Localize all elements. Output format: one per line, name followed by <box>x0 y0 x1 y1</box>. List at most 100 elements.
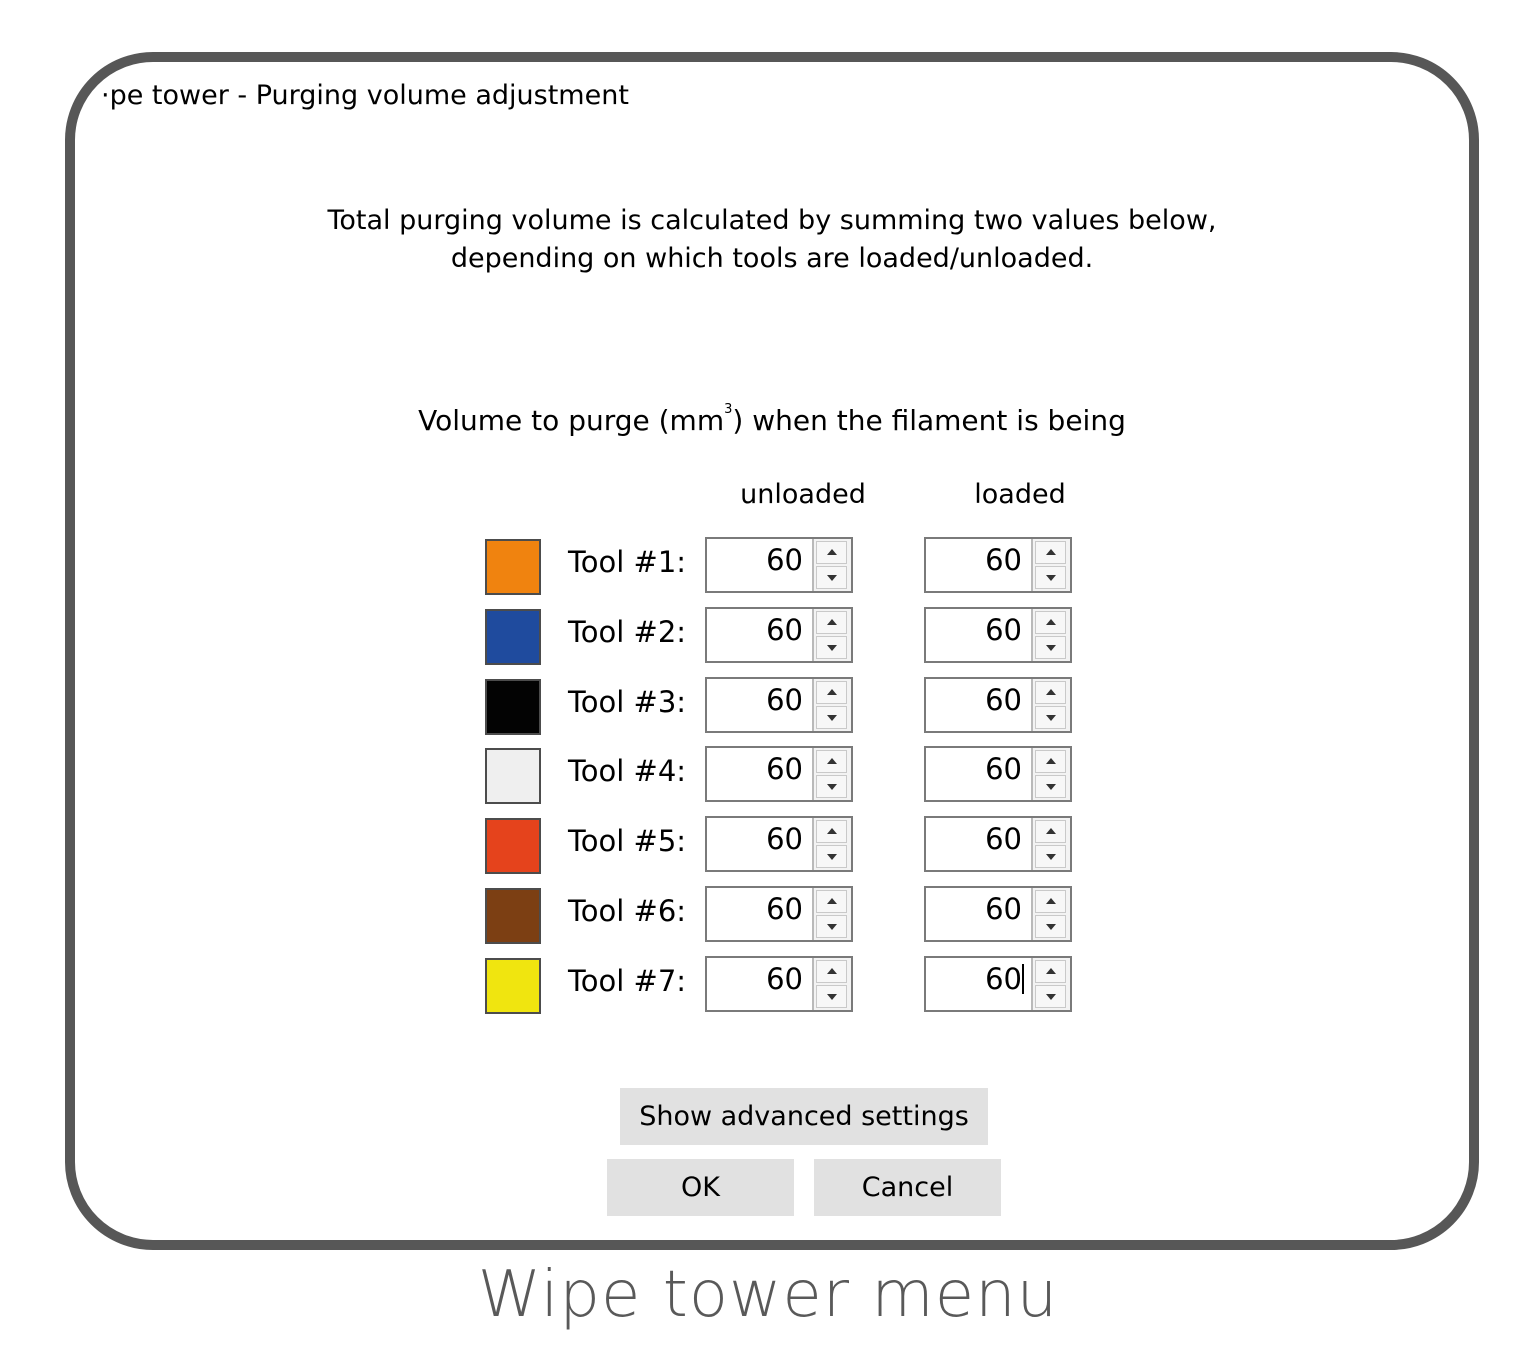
unloaded-volume-spinbox[interactable]: 60 <box>705 746 853 803</box>
tool-row: Tool #1: 60 60 <box>75 537 1469 595</box>
spin-up-button[interactable] <box>1035 610 1066 634</box>
loaded-volume-spinbox[interactable]: 60 <box>924 537 1072 593</box>
loaded-volume-text: 60 <box>985 612 1022 647</box>
spin-up-button[interactable] <box>1035 820 1066 844</box>
unloaded-volume-spinbox[interactable]: 60 <box>705 886 853 942</box>
spin-buttons <box>812 957 851 1010</box>
arrow-up-icon <box>827 688 837 695</box>
loaded-volume-value[interactable]: 60 <box>985 683 1022 717</box>
tool-color-swatch[interactable] <box>485 957 541 1014</box>
spin-up-button[interactable] <box>1035 680 1066 704</box>
loaded-volume-spinbox[interactable]: 60 <box>924 955 1072 1012</box>
tool-color-swatch[interactable] <box>485 748 541 805</box>
tool-row: Tool #3: 60 60 <box>75 676 1469 735</box>
spin-up-button[interactable] <box>816 890 847 913</box>
spin-up-button[interactable] <box>816 959 847 983</box>
loaded-volume-spinbox[interactable]: 60 <box>924 816 1072 873</box>
spin-up-button[interactable] <box>816 750 847 774</box>
arrow-down-icon <box>1046 575 1056 581</box>
spin-up-button[interactable] <box>1035 750 1066 774</box>
spin-up-button[interactable] <box>816 820 847 844</box>
loaded-volume-value[interactable]: 60 <box>985 613 1022 647</box>
tool-color-swatch[interactable] <box>485 678 541 735</box>
loaded-volume-spinbox[interactable]: 60 <box>924 886 1072 942</box>
spin-down-button[interactable] <box>1035 984 1066 1008</box>
unloaded-volume-spinbox[interactable]: 60 <box>705 816 853 873</box>
spin-down-button[interactable] <box>1035 915 1066 938</box>
unloaded-volume-value[interactable]: 60 <box>766 543 803 577</box>
loaded-volume-value[interactable]: 60 <box>985 543 1022 577</box>
loaded-volume-text: 60 <box>985 961 1022 996</box>
unloaded-volume-spinbox[interactable]: 60 <box>705 606 853 663</box>
spin-buttons <box>1031 888 1070 940</box>
arrow-up-icon <box>1046 967 1056 974</box>
spin-buttons <box>812 678 851 731</box>
volume-label: Volume to purge (mm3) when the filament … <box>75 402 1469 437</box>
spin-up-button[interactable] <box>1035 959 1066 983</box>
tool-label: Tool #1: <box>568 545 687 579</box>
tool-label: Tool #3: <box>568 684 687 719</box>
spin-buttons <box>1031 539 1070 591</box>
spin-up-button[interactable] <box>816 680 847 704</box>
spin-up-button[interactable] <box>1035 541 1066 564</box>
spin-down-button[interactable] <box>816 915 847 938</box>
tool-color-swatch[interactable] <box>485 888 541 944</box>
arrow-up-icon <box>1046 828 1056 835</box>
spin-down-button[interactable] <box>1035 845 1066 869</box>
ok-button[interactable]: OK <box>607 1159 794 1216</box>
spin-down-button[interactable] <box>816 705 847 729</box>
arrow-up-icon <box>1046 618 1056 625</box>
spin-down-button[interactable] <box>816 984 847 1008</box>
arrow-down-icon <box>1046 854 1056 861</box>
cancel-button[interactable]: Cancel <box>814 1159 1001 1216</box>
tool-color-swatch[interactable] <box>485 818 541 875</box>
spin-down-button[interactable] <box>1035 635 1066 659</box>
spin-down-button[interactable] <box>1035 705 1066 729</box>
volume-label-text-after: ) when the filament is being <box>732 404 1126 437</box>
spin-buttons <box>812 888 851 940</box>
spin-buttons <box>812 539 851 591</box>
unloaded-volume-text: 60 <box>766 961 803 996</box>
unloaded-volume-spinbox[interactable]: 60 <box>705 955 853 1012</box>
volume-label-superscript: 3 <box>724 402 733 417</box>
spin-down-button[interactable] <box>816 635 847 659</box>
tool-label: Tool #7: <box>568 963 687 998</box>
spin-down-button[interactable] <box>816 845 847 869</box>
unloaded-volume-spinbox[interactable]: 60 <box>705 537 853 593</box>
unloaded-volume-value[interactable]: 60 <box>766 613 803 647</box>
unloaded-volume-value[interactable]: 60 <box>766 962 803 996</box>
spin-down-button[interactable] <box>816 775 847 799</box>
dialog-window: ·pe tower - Purging volume adjustment To… <box>65 52 1479 1250</box>
unloaded-volume-value[interactable]: 60 <box>766 752 803 786</box>
spin-up-button[interactable] <box>1035 890 1066 913</box>
spin-buttons <box>812 608 851 661</box>
unloaded-volume-value[interactable]: 60 <box>766 822 803 856</box>
window-title: ·pe tower - Purging volume adjustment <box>101 80 629 111</box>
spin-down-button[interactable] <box>816 566 847 589</box>
loaded-volume-text: 60 <box>985 682 1022 717</box>
loaded-volume-text: 60 <box>985 822 1022 857</box>
spin-up-button[interactable] <box>816 610 847 634</box>
show-advanced-settings-button[interactable]: Show advanced settings <box>620 1088 988 1145</box>
spin-buttons <box>1031 748 1070 801</box>
unloaded-volume-spinbox[interactable]: 60 <box>705 676 853 733</box>
loaded-volume-value[interactable]: 60 <box>985 892 1022 926</box>
loaded-volume-value[interactable]: 60 <box>985 962 1024 996</box>
tool-color-swatch[interactable] <box>485 608 541 665</box>
tool-label: Tool #5: <box>568 824 687 859</box>
spin-down-button[interactable] <box>1035 566 1066 589</box>
loaded-volume-spinbox[interactable]: 60 <box>924 676 1072 733</box>
loaded-volume-spinbox[interactable]: 60 <box>924 746 1072 803</box>
loaded-volume-value[interactable]: 60 <box>985 752 1022 786</box>
spin-down-button[interactable] <box>1035 775 1066 799</box>
loaded-volume-spinbox[interactable]: 60 <box>924 606 1072 663</box>
arrow-down-icon <box>1046 644 1056 651</box>
loaded-volume-value[interactable]: 60 <box>985 822 1022 856</box>
unloaded-volume-value[interactable]: 60 <box>766 683 803 717</box>
unloaded-volume-text: 60 <box>766 822 803 857</box>
arrow-up-icon <box>1046 688 1056 695</box>
spin-up-button[interactable] <box>816 541 847 564</box>
tool-color-swatch[interactable] <box>485 539 541 595</box>
unloaded-volume-value[interactable]: 60 <box>766 892 803 926</box>
arrow-up-icon <box>1046 898 1056 904</box>
